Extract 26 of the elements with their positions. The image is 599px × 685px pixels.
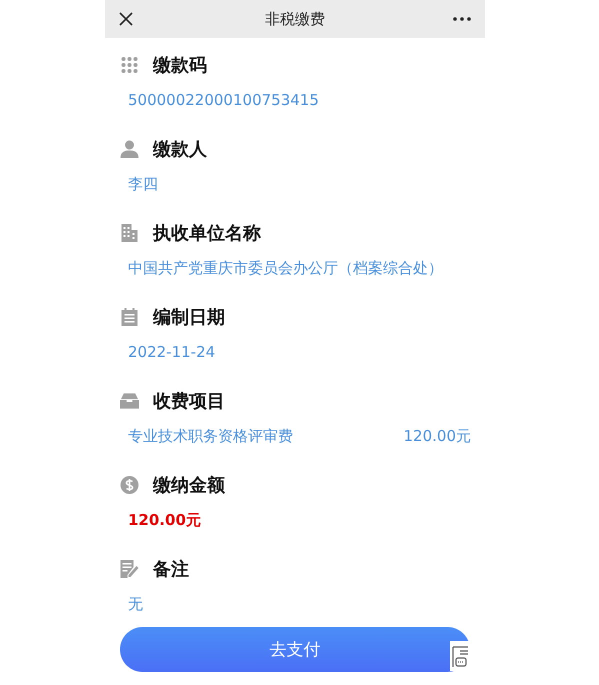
building-icon: [120, 224, 139, 242]
payment-amount: 120.00元: [128, 510, 201, 530]
fee-item-amount: 120.00元: [404, 426, 471, 446]
field-label: 收费项目: [153, 390, 225, 413]
field-value: 2022-11-24: [128, 343, 216, 361]
field-label: 缴款码: [153, 54, 207, 77]
field-label: 缴款人: [153, 138, 207, 161]
dollar-icon: [120, 476, 139, 494]
field-value: 中国共产党重庆市委员会办公厅（档案综合处）: [128, 258, 443, 278]
page-title: 非税缴费: [265, 10, 325, 28]
grid-icon: [120, 56, 139, 74]
person-icon: [120, 140, 139, 158]
field-value: 李四: [128, 174, 158, 194]
more-icon[interactable]: [453, 17, 471, 21]
field-value: 50000022000100753415: [128, 91, 319, 109]
fee-item-name: 专业技术职务资格评审费: [128, 426, 293, 446]
field-label: 编制日期: [153, 306, 225, 329]
calendar-icon: [120, 308, 139, 326]
tray-icon: [120, 393, 139, 409]
field-label: 缴纳金额: [153, 474, 225, 497]
field-label: 备注: [153, 558, 189, 581]
field-value: 无: [128, 594, 143, 614]
pay-button[interactable]: 去支付: [120, 627, 470, 672]
note-icon: [120, 560, 139, 578]
close-icon[interactable]: [118, 11, 134, 27]
field-label: 执收单位名称: [153, 222, 261, 245]
